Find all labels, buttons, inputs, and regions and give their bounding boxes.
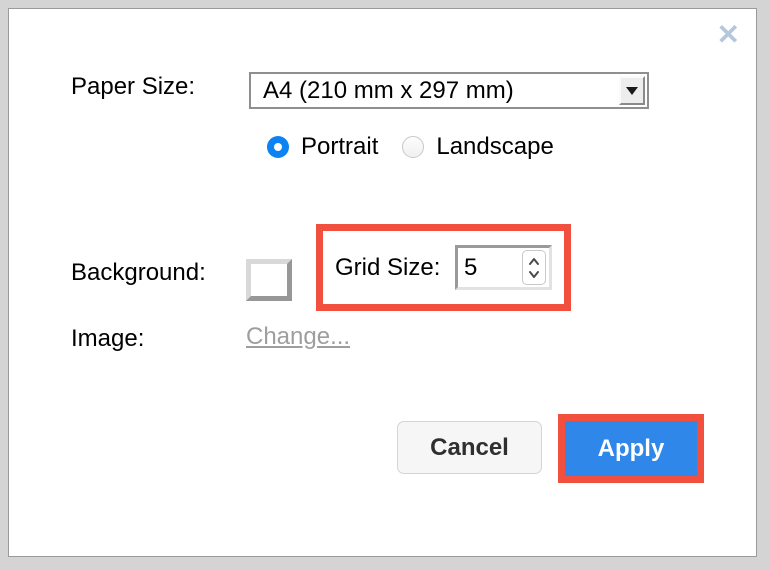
apply-button[interactable]: Apply (565, 421, 697, 476)
cancel-button[interactable]: Cancel (397, 421, 542, 474)
paper-size-label: Paper Size: (71, 73, 195, 101)
image-label: Image: (71, 325, 144, 353)
paper-size-dropdown-button[interactable] (619, 76, 645, 105)
background-color-swatch[interactable] (246, 259, 292, 301)
portrait-radio[interactable] (267, 136, 289, 158)
page-setup-dialog: ✕ Paper Size: A4 (210 mm x 297 mm) Portr… (8, 8, 757, 557)
portrait-radio-label[interactable]: Portrait (301, 133, 378, 161)
paper-size-selected-value: A4 (210 mm x 297 mm) (263, 77, 514, 105)
orientation-radio-group: Portrait Landscape (267, 133, 554, 161)
highlight-box-grid-size: Grid Size: (316, 224, 571, 311)
close-icon[interactable]: ✕ (717, 21, 740, 49)
landscape-radio-label[interactable]: Landscape (436, 133, 553, 161)
grid-size-spinner (455, 245, 552, 290)
image-change-link[interactable]: Change... (246, 323, 350, 351)
paper-size-select[interactable]: A4 (210 mm x 297 mm) (249, 72, 649, 109)
grid-size-stepper[interactable] (522, 250, 546, 285)
grid-size-label: Grid Size: (335, 254, 440, 282)
highlight-box-apply: Apply (558, 414, 704, 483)
grid-size-input[interactable] (458, 254, 522, 282)
dropdown-arrow-icon (626, 87, 638, 95)
background-label: Background: (71, 259, 206, 287)
landscape-radio[interactable] (402, 136, 424, 158)
stepper-up-down-icon (527, 254, 541, 282)
